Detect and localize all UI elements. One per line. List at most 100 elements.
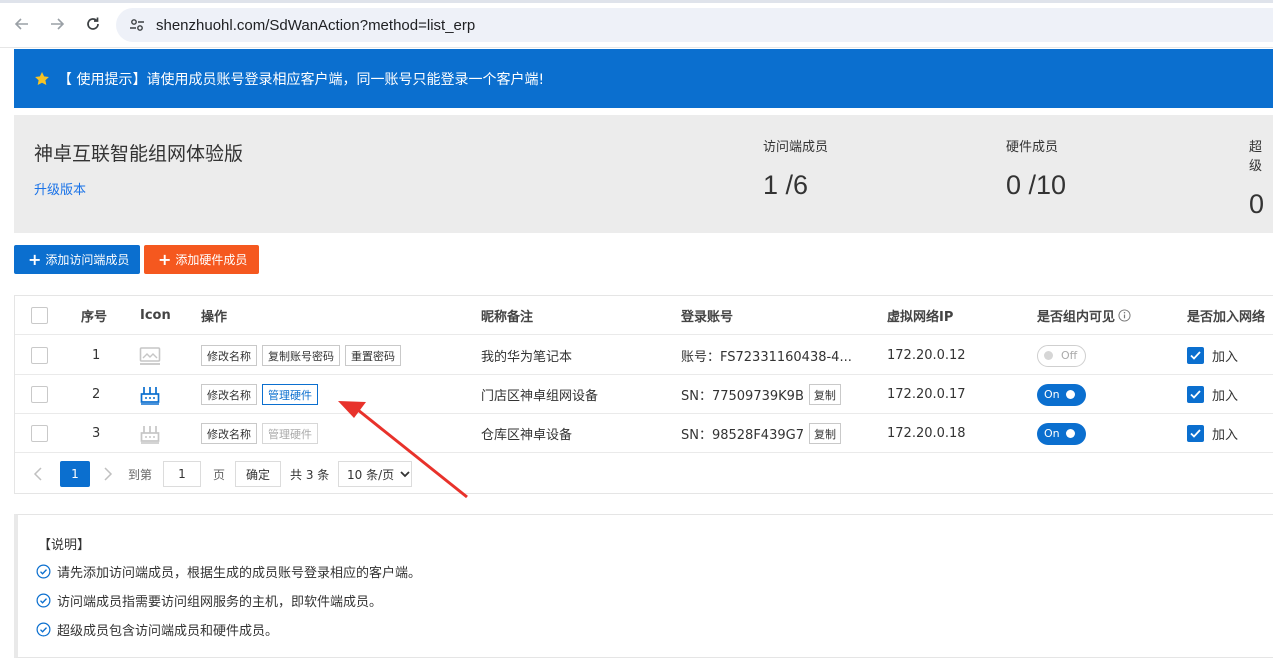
visible-toggle[interactable]: On (1037, 422, 1086, 445)
header-nickname: 昵称备注 (481, 310, 534, 325)
reset-password-button[interactable]: 重置密码 (345, 345, 401, 366)
goto-page-input[interactable]: 1 (163, 461, 201, 487)
stat-label: 访问端成员 (763, 140, 829, 155)
stat-label: 硬件成员 (1006, 140, 1059, 155)
button-label: 添加访问端成员 (45, 253, 130, 267)
row-virtual-ip: 172.20.0.17 (887, 387, 966, 402)
row-checkbox[interactable] (31, 347, 48, 364)
manage-hardware-button[interactable]: 管理硬件 (262, 384, 318, 405)
forward-arrow-icon (51, 18, 65, 30)
row-nickname: 仓库区神卓设备 (481, 428, 573, 443)
row-account: 账号：FS72331160438-4... (681, 350, 852, 365)
copy-button[interactable]: 复制 (808, 384, 841, 405)
row-index: 1 (92, 348, 101, 363)
plus-icon: + (28, 249, 42, 269)
address-bar[interactable]: shenzhuohl.com/SdWanAction?method=list_e… (116, 8, 1273, 42)
usage-notice-banner: 【 使用提示】请使用成员账号登录相应客户端，同一账号只能登录一个客户端! (14, 49, 1273, 108)
chevron-left-icon (33, 467, 42, 481)
tab-strip (0, 0, 1273, 3)
table-row: 2 修改名称 管理硬件 门店区神卓组网设备 SN：77509739K9B 复制 … (15, 375, 1273, 414)
instructions-panel: 【说明】 请先添加访问端成员，根据生成的成员账号登录相应的客户端。 访问端成员指… (14, 514, 1273, 658)
table-row: 1 修改名称 复制账号密码 重置密码 我的华为笔记本 账号：FS72331160… (15, 336, 1273, 375)
row-account: SN：98528F439G7 复制 (681, 414, 841, 453)
add-hardware-member-button[interactable]: + 添加硬件成员 (144, 245, 259, 274)
button-label: 添加硬件成员 (175, 253, 248, 267)
header-account: 登录账号 (681, 310, 734, 325)
router-icon (140, 414, 160, 453)
row-nickname: 我的华为笔记本 (481, 350, 573, 365)
visible-toggle[interactable]: Off (1037, 344, 1086, 367)
upgrade-link[interactable]: 升级版本 (34, 179, 86, 198)
chevron-right-icon (104, 467, 113, 481)
row-virtual-ip: 172.20.0.12 (887, 348, 966, 363)
row-ops: 修改名称 复制账号密码 重置密码 (201, 336, 406, 375)
toggle-knob (1044, 351, 1053, 360)
join-label: 加入 (1212, 428, 1239, 443)
goto-label: 到第 (128, 467, 153, 482)
join-network-checkbox[interactable]: 加入 (1187, 414, 1238, 453)
check-circle-icon (36, 593, 51, 608)
page-size-select[interactable]: 10 条/页 (338, 461, 412, 487)
join-label: 加入 (1212, 350, 1239, 365)
url-text[interactable]: shenzhuohl.com/SdWanAction?method=list_e… (156, 17, 475, 34)
page-number-current[interactable]: 1 (60, 461, 90, 487)
visible-toggle[interactable]: On (1037, 383, 1086, 406)
total-count: 共 3 条 (290, 467, 330, 482)
rename-button[interactable]: 修改名称 (201, 423, 257, 444)
stat-hardware-members: 硬件成员 0 /10 (1006, 136, 1066, 201)
row-ops: 修改名称 管理硬件 (201, 414, 323, 453)
select-all-checkbox[interactable] (31, 307, 48, 324)
table-row: 3 修改名称 管理硬件 仓库区神卓设备 SN：98528F439G7 复制 17… (15, 414, 1273, 453)
toggle-label: On (1044, 388, 1060, 401)
toggle-knob (1065, 429, 1075, 438)
copy-button[interactable]: 复制 (808, 423, 841, 444)
stat-label: 超级 (1249, 140, 1263, 174)
row-nickname: 门店区神卓组网设备 (481, 389, 599, 404)
header-ops: 操作 (201, 310, 228, 325)
header-join: 是否加入网络 (1187, 310, 1266, 325)
info-icon[interactable] (1118, 309, 1131, 322)
manage-hardware-button[interactable]: 管理硬件 (262, 423, 318, 444)
table-header-row: 序号 Icon 操作 昵称备注 登录账号 虚拟网络IP 是否组内可见 是否加入网… (15, 296, 1273, 335)
stat-value: 1 /6 (763, 170, 809, 200)
plan-summary-panel: 神卓互联智能组网体验版 升级版本 访问端成员 1 /6 硬件成员 0 /10 超… (14, 115, 1273, 233)
monitor-icon (139, 336, 161, 375)
row-index: 2 (92, 387, 101, 402)
goto-confirm-button[interactable]: 确定 (235, 461, 281, 487)
forward-button[interactable] (45, 12, 69, 36)
instructions-title: 【说明】 (38, 538, 91, 553)
header-visible: 是否组内可见 (1037, 296, 1131, 335)
row-ops: 修改名称 管理硬件 (201, 375, 323, 414)
rename-button[interactable]: 修改名称 (201, 345, 257, 366)
copy-credentials-button[interactable]: 复制账号密码 (262, 345, 340, 366)
add-access-member-button[interactable]: + 添加访问端成员 (14, 245, 140, 274)
row-checkbox[interactable] (31, 386, 48, 403)
prev-page-button[interactable] (33, 461, 43, 487)
browser-toolbar: shenzhuohl.com/SdWanAction?method=list_e… (0, 0, 1273, 48)
site-settings-icon[interactable] (126, 14, 148, 36)
reload-button[interactable] (81, 12, 105, 36)
checkmark-icon (1187, 425, 1204, 442)
back-button[interactable] (10, 12, 34, 36)
star-icon (35, 71, 49, 85)
instruction-item: 超级成员包含访问端成员和硬件成员。 (36, 620, 278, 639)
toggle-label: Off (1061, 349, 1078, 362)
stat-value: 0 (1249, 189, 1265, 219)
rename-button[interactable]: 修改名称 (201, 384, 257, 405)
check-circle-icon (36, 622, 51, 637)
stat-super-members: 超级 0 (1249, 136, 1273, 220)
next-page-button[interactable] (103, 461, 113, 487)
toggle-label: On (1044, 427, 1060, 440)
instruction-text: 请先添加访问端成员，根据生成的成员账号登录相应的客户端。 (57, 566, 422, 581)
join-network-checkbox[interactable]: 加入 (1187, 336, 1238, 375)
join-network-checkbox[interactable]: 加入 (1187, 375, 1238, 414)
row-checkbox[interactable] (31, 425, 48, 442)
row-virtual-ip: 172.20.0.18 (887, 426, 966, 441)
back-arrow-icon (14, 18, 28, 30)
header-visible-label: 是否组内可见 (1037, 310, 1116, 325)
stat-access-members: 访问端成员 1 /6 (763, 136, 828, 201)
toggle-knob (1065, 390, 1075, 399)
plan-title: 神卓互联智能组网体验版 (34, 143, 244, 165)
members-table: 序号 Icon 操作 昵称备注 登录账号 虚拟网络IP 是否组内可见 是否加入网… (14, 295, 1273, 494)
checkmark-icon (1187, 386, 1204, 403)
